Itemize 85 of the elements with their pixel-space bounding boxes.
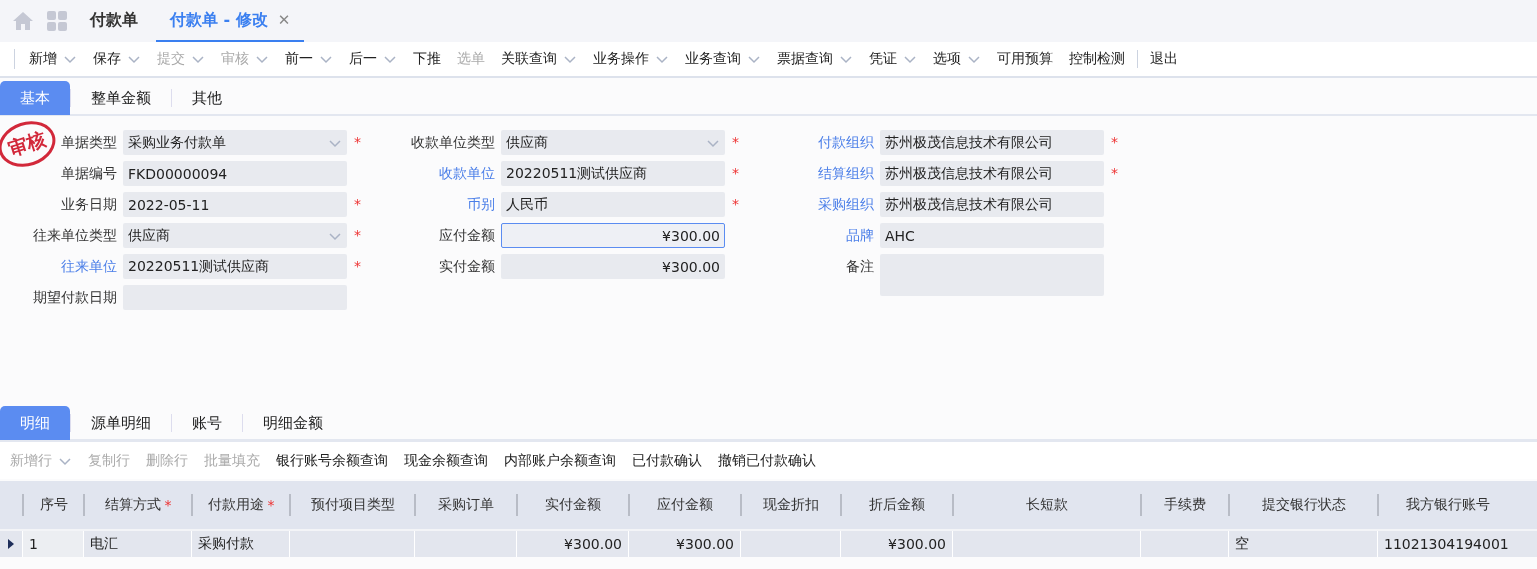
required-mark: *	[732, 195, 739, 214]
input-field[interactable]: FKD00000094	[123, 161, 347, 186]
column-header: 付款用途 *	[191, 494, 289, 516]
input-field[interactable]: ¥300.00	[501, 223, 725, 248]
input-field[interactable]: 苏州极茂信息技术有限公司	[880, 130, 1104, 155]
detail-tab[interactable]: 源单明细	[71, 406, 171, 440]
input-field[interactable]: 人民币	[501, 192, 725, 217]
detail-tab[interactable]: 明细金额	[243, 406, 343, 440]
toolbar-button[interactable]: 选项	[925, 50, 989, 68]
required-mark: *	[354, 195, 361, 214]
column-header: 实付金额	[516, 494, 628, 516]
toolbar-button[interactable]: 后一	[341, 50, 405, 68]
input-field[interactable]: 20220511测试供应商	[123, 254, 347, 279]
field-label[interactable]: 付款组织	[818, 130, 874, 155]
required-mark: *	[354, 257, 361, 276]
required-mark: *	[354, 133, 361, 152]
field-label[interactable]: 采购组织	[818, 192, 874, 217]
toolbar-button[interactable]: 业务查询	[677, 50, 769, 68]
toolbar-button[interactable]: 已付款确认	[624, 451, 710, 470]
form-tab[interactable]: 整单金额	[71, 81, 171, 115]
toolbar-button[interactable]: 新增	[21, 50, 85, 68]
required-mark: *	[732, 164, 739, 183]
column-header: 现金折扣	[740, 494, 840, 516]
column-header: 结算方式 *	[83, 494, 191, 516]
toolbar-button[interactable]: 可用预算	[989, 50, 1061, 68]
page-tab[interactable]: 付款单	[76, 0, 152, 42]
required-mark: *	[1111, 133, 1118, 152]
toolbar-button[interactable]: 前一	[277, 50, 341, 68]
toolbar-button[interactable]: 保存	[85, 50, 149, 68]
column-header: 采购订单	[414, 494, 516, 516]
toolbar-button[interactable]: 关联查询	[493, 50, 585, 68]
field-label: 单据类型	[61, 133, 117, 152]
table-cell: 11021304194001	[1377, 531, 1517, 557]
field-label: 单据编号	[61, 164, 117, 183]
toolbar-button[interactable]: 凭证	[861, 50, 925, 68]
field-label[interactable]: 币别	[467, 192, 495, 217]
input-field[interactable]: AHC	[880, 223, 1104, 248]
field-label: 往来单位类型	[33, 226, 117, 245]
toolbar-button[interactable]: 下推	[405, 50, 449, 68]
column-header: 应付金额	[628, 494, 740, 516]
table-cell: 采购付款	[191, 531, 289, 557]
field-label: 备注	[846, 257, 874, 276]
column-header: 预付项目类型	[289, 494, 414, 516]
toolbar-button[interactable]: 业务操作	[585, 50, 677, 68]
input-field[interactable]: 2022-05-11	[123, 192, 347, 217]
field-label: 收款单位类型	[411, 133, 495, 152]
toolbar-button[interactable]: 银行账号余额查询	[268, 451, 396, 470]
column-header: 提交银行状态	[1228, 494, 1377, 516]
required-mark: *	[354, 226, 361, 245]
field-label[interactable]: 收款单位	[439, 161, 495, 186]
table-cell: 电汇	[83, 531, 191, 557]
column-header: 序号	[22, 494, 83, 516]
field-label: 应付金额	[439, 226, 495, 245]
required-mark: *	[1111, 164, 1118, 183]
table-cell: ¥300.00	[516, 531, 628, 557]
select-field[interactable]: 供应商	[123, 223, 347, 248]
toolbar-button[interactable]: 撤销已付款确认	[710, 451, 824, 470]
column-header: 折后金额	[840, 494, 952, 516]
table-cell: ¥300.00	[840, 531, 952, 557]
field-label: 业务日期	[61, 195, 117, 214]
table-cell: ¥300.00	[628, 531, 740, 557]
column-header: 我方银行账号	[1377, 494, 1517, 516]
toolbar-button[interactable]: 票据查询	[769, 50, 861, 68]
select-field[interactable]: 供应商	[501, 130, 725, 155]
toolbar-button[interactable]: 控制检测	[1061, 50, 1133, 68]
table-cell: 空	[1228, 531, 1377, 557]
field-label[interactable]: 结算组织	[818, 161, 874, 186]
field-label: 实付金额	[439, 257, 495, 276]
field-label: 期望付款日期	[33, 288, 117, 307]
detail-tab[interactable]: 账号	[172, 406, 242, 440]
input-field[interactable]: 20220511测试供应商	[501, 161, 725, 186]
field-label[interactable]: 品牌	[846, 223, 874, 248]
toolbar-button[interactable]: 现金余额查询	[396, 451, 496, 470]
form-tab[interactable]: 其他	[172, 81, 242, 115]
table-cell: 1	[22, 531, 83, 557]
input-field[interactable]: ¥300.00	[501, 254, 725, 279]
input-field[interactable]: 苏州极茂信息技术有限公司	[880, 161, 1104, 186]
column-header: 手续费	[1140, 494, 1228, 516]
required-mark: *	[732, 133, 739, 152]
toolbar-button[interactable]: 内部账户余额查询	[496, 451, 624, 470]
select-field[interactable]: 采购业务付款单	[123, 130, 347, 155]
input-field[interactable]: 苏州极茂信息技术有限公司	[880, 192, 1104, 217]
toolbar-button[interactable]: 退出	[1137, 50, 1186, 68]
column-header: 长短款	[952, 494, 1140, 516]
field-label[interactable]: 往来单位	[61, 254, 117, 279]
